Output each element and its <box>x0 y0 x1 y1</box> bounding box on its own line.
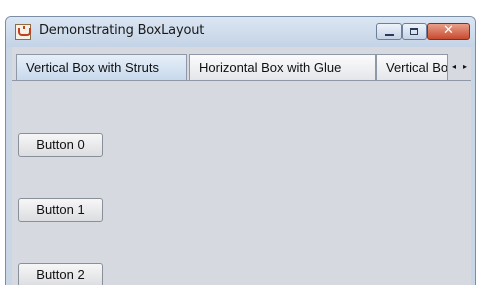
maximize-icon <box>410 28 418 35</box>
scroll-left-icon[interactable]: ◂ <box>452 62 456 71</box>
tab-horizontal-box-with-glue[interactable]: Horizontal Box with Glue <box>189 54 376 80</box>
button-1[interactable]: Button 1 <box>18 198 103 222</box>
app-window: Demonstrating BoxLayout ✕ Vertical Box w… <box>5 16 476 285</box>
tab-scroll-buttons: ◂ ▸ <box>452 62 472 76</box>
scroll-right-icon[interactable]: ▸ <box>463 62 467 71</box>
maximize-button[interactable] <box>402 23 427 40</box>
button-0[interactable]: Button 0 <box>18 133 103 157</box>
button-2[interactable]: Button 2 <box>18 263 103 285</box>
tab-vertical-box-with-glue[interactable]: Vertical Box with Glue <box>376 54 448 80</box>
minimize-icon <box>385 34 394 36</box>
java-coffee-cup-icon[interactable] <box>15 24 31 40</box>
tab-panel: Button 0 Button 1 Button 2 <box>12 80 471 285</box>
close-icon: ✕ <box>443 23 454 38</box>
minimize-button[interactable] <box>376 23 402 40</box>
window-title: Demonstrating BoxLayout <box>39 23 205 38</box>
content-pane: Vertical Box with Struts Horizontal Box … <box>12 47 471 285</box>
tab-strip: Vertical Box with Struts Horizontal Box … <box>12 54 472 81</box>
close-button[interactable]: ✕ <box>427 23 470 40</box>
tab-vertical-box-with-struts[interactable]: Vertical Box with Struts <box>16 54 187 81</box>
title-bar[interactable]: Demonstrating BoxLayout ✕ <box>6 17 475 47</box>
